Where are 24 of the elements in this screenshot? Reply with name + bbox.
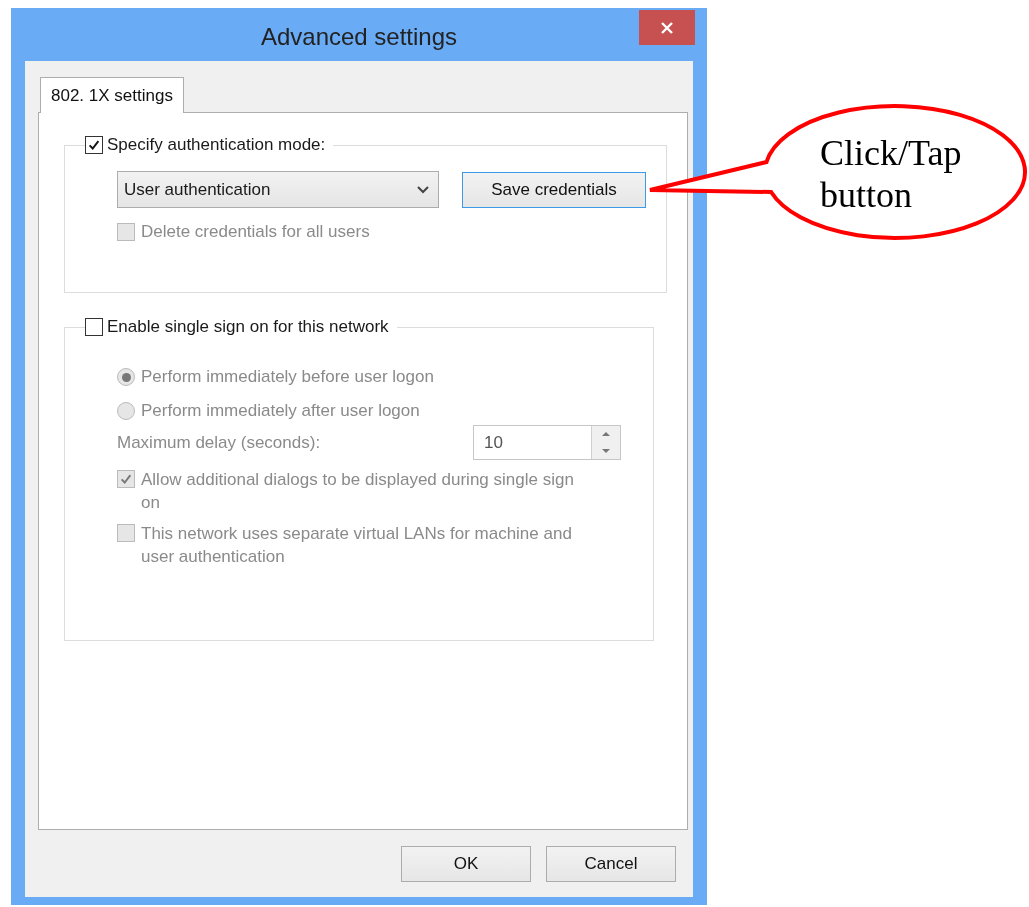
checkmark-icon (87, 138, 101, 152)
radio-label: Perform immediately before user logon (141, 367, 434, 387)
radio-label: Perform immediately after user logon (141, 401, 420, 421)
checkbox[interactable] (85, 318, 103, 336)
save-credentials-button[interactable]: Save credentials (462, 171, 646, 208)
up-arrow-icon (601, 431, 611, 438)
field-label: Maximum delay (seconds): (117, 432, 321, 453)
checkbox[interactable] (85, 136, 103, 154)
dialog-button[interactable]: Cancel (546, 846, 676, 882)
window-title: Advanced settings (260, 22, 458, 51)
dialog-button[interactable]: OK (401, 846, 531, 882)
close-button[interactable] (639, 10, 695, 45)
down-arrow-icon (601, 447, 611, 454)
checkbox-label: This network uses separate virtual LANs for machine and user authentication (141, 523, 573, 568)
checkmark-icon (119, 472, 133, 486)
callout-text: Click/Tap button (820, 132, 963, 216)
close-icon (660, 20, 674, 35)
checkbox-label: Specify authentication mode: (107, 135, 326, 155)
checkbox-label: Allow additional dialogs to be displayed during single sign on (141, 469, 575, 514)
tab[interactable]: 802. 1X settings (40, 77, 184, 113)
checkbox-label: Delete credentials for all users (141, 222, 370, 242)
dropdown[interactable]: User authentication (117, 171, 439, 208)
checkbox-label: Enable single sign on for this network (107, 317, 389, 337)
chevron-down-icon (416, 184, 430, 195)
